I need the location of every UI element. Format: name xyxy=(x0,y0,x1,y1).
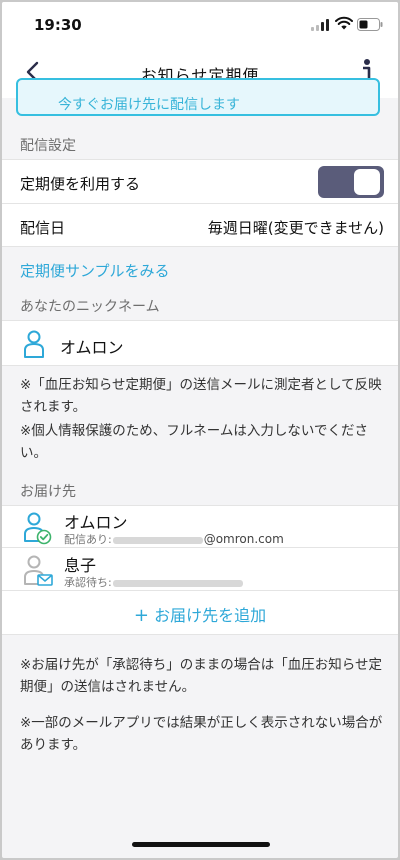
person-mail-icon xyxy=(24,555,53,586)
delivery-day-row: 配信日 毎週日曜(変更できません) xyxy=(2,203,398,247)
banner-text: 今すぐお届け先に配信します xyxy=(58,97,240,113)
use-subscription-toggle[interactable] xyxy=(318,166,384,198)
recipient-status-text: 配信あり: xyxy=(64,533,112,546)
person-check-icon xyxy=(24,512,52,545)
person-icon xyxy=(24,330,44,358)
add-recipient-label: お届け先を追加 xyxy=(154,606,267,625)
phone-screen: 19:30 お知らせ定期便 今すぐお届け先に配信します 配信設定 定期便を利用す… xyxy=(2,2,398,858)
section-delivery-settings: 配信設定 xyxy=(20,138,76,154)
send-now-banner[interactable]: 今すぐお届け先に配信します xyxy=(16,78,380,116)
status-time: 19:30 xyxy=(34,16,82,34)
nickname-row[interactable]: オムロン xyxy=(2,320,398,366)
masked-email xyxy=(112,536,203,544)
section-nickname: あなたのニックネーム xyxy=(20,299,160,315)
recipient-row[interactable]: 息子 承認待ち: xyxy=(2,547,398,591)
use-subscription-row: 定期便を利用する xyxy=(2,159,398,203)
recipient-status: 承認待ち: xyxy=(64,574,244,590)
home-indicator xyxy=(132,842,270,847)
toggle-knob xyxy=(354,169,380,195)
plus-icon: + xyxy=(133,605,149,626)
recipient-row[interactable]: オムロン 配信あり: @omron.com xyxy=(2,505,398,547)
use-subscription-label: 定期便を利用する xyxy=(20,175,141,193)
delivery-day-value: 毎週日曜(変更できません) xyxy=(207,219,384,237)
nickname-note-1: ※「血圧お知らせ定期便」の送信メールに測定者として反映されます。 xyxy=(20,377,382,415)
add-recipient-button[interactable]: + お届け先を追加 xyxy=(2,602,398,626)
sample-link[interactable]: 定期便サンプルをみる xyxy=(20,260,170,281)
recipient-name: 息子 xyxy=(64,556,97,575)
recipient-name: オムロン xyxy=(64,513,128,532)
delivery-day-label: 配信日 xyxy=(20,219,66,237)
footer-note-1: ※お届け先が「承認待ち」のままの場合は「血圧お知らせ定期便」の送信はされません。 xyxy=(20,657,383,695)
wifi-icon xyxy=(335,16,353,30)
recipient-email-domain: @omron.com xyxy=(203,532,284,546)
status-bar: 19:30 xyxy=(2,2,398,46)
recipient-status: 配信あり: @omron.com xyxy=(64,531,284,547)
cellular-signal-icon xyxy=(311,19,331,31)
nickname-value: オムロン xyxy=(60,338,124,357)
masked-email xyxy=(112,579,243,587)
add-recipient-row: + お届け先を追加 xyxy=(2,591,398,635)
section-recipients: お届け先 xyxy=(20,484,76,500)
footer-note-2: ※一部のメールアプリでは結果が正しく表示されない場合があります。 xyxy=(20,715,383,753)
battery-icon xyxy=(357,18,383,31)
recipient-status-text: 承認待ち: xyxy=(64,576,112,589)
nickname-note-2: ※個人情報保護のため、フルネームは入力しないでください。 xyxy=(20,423,369,461)
